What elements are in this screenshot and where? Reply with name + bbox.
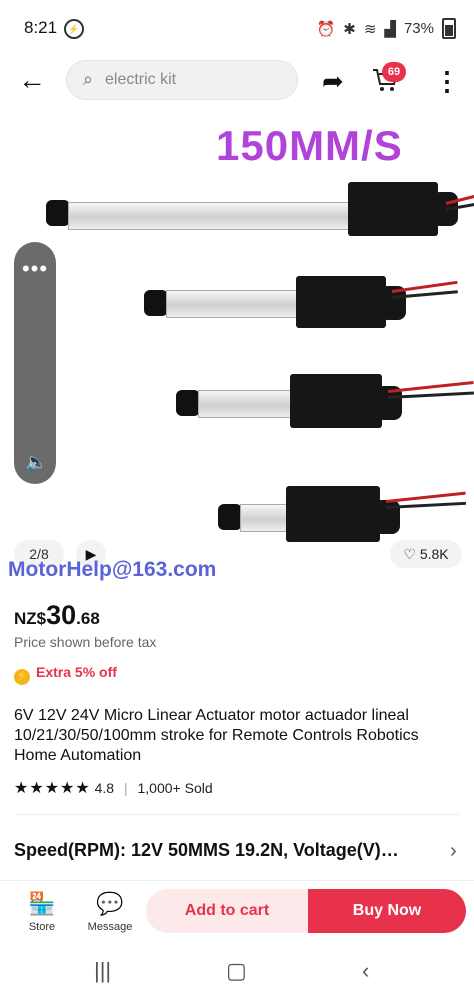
battery-percent: 73%: [403, 20, 434, 37]
search-icon: ⌕: [83, 69, 94, 89]
price-decimal: .68: [76, 609, 100, 628]
product-image-gallery[interactable]: 150MM/S: [0, 112, 474, 582]
battery-icon: [442, 18, 456, 39]
share-icon[interactable]: ➦: [322, 66, 344, 97]
search-placeholder: electric kit: [105, 71, 177, 88]
floating-side-panel[interactable]: ••• 🔈: [14, 242, 56, 484]
back-icon[interactable]: ‹: [362, 958, 369, 984]
buy-now-button[interactable]: Buy Now: [308, 889, 466, 933]
image-watermark: MotorHelp@163.com: [8, 558, 217, 581]
chevron-right-icon[interactable]: ›: [450, 840, 457, 863]
message-button[interactable]: 💬 Message: [80, 891, 140, 933]
add-to-cart-button[interactable]: Add to cart: [146, 889, 308, 933]
wishlist-button[interactable]: ♡ 5.8K: [390, 540, 462, 568]
status-bar: 8:21 ⚡ ⏰ ✱ ≋ ▟ 73%: [0, 0, 474, 56]
store-icon: 🏪: [28, 891, 56, 916]
divider: |: [123, 780, 128, 796]
rating-score: 4.8: [94, 780, 115, 796]
star-rating-icon: ★★★★★: [14, 780, 91, 797]
system-nav-bar: ||| ▢ ‹: [0, 944, 474, 1000]
extra-discount-badge[interactable]: ⚡ Extra 5% off: [14, 664, 117, 685]
bluetooth-icon: ✱: [343, 20, 356, 38]
status-icons: ⏰ ✱ ≋ ▟ 73%: [317, 18, 456, 39]
recent-apps-icon[interactable]: |||: [94, 958, 111, 984]
volume-icon[interactable]: 🔈: [25, 452, 47, 473]
extra-discount-label: Extra 5% off: [36, 664, 117, 680]
promo-speed-text: 150MM/S: [216, 122, 403, 169]
actuator-image-4: [218, 484, 474, 544]
heart-icon: ♡: [403, 546, 416, 562]
discount-icon: ⚡: [14, 669, 30, 685]
more-options-icon[interactable]: ⋮: [434, 66, 460, 97]
chat-icon: 💬: [96, 891, 124, 916]
bottom-action-bar: 🏪 Store 💬 Message Add to cart Buy Now: [0, 880, 474, 945]
sold-count: 1,000+ Sold: [137, 780, 213, 796]
home-icon[interactable]: ▢: [226, 958, 247, 984]
cart-count-badge: 69: [382, 62, 406, 82]
actuator-image-1: [46, 178, 474, 238]
rating-row[interactable]: ★★★★★ 4.8 | 1,000+ Sold: [14, 778, 213, 798]
product-price: NZ$30.68: [14, 600, 100, 631]
product-title: 6V 12V 24V Micro Linear Actuator motor a…: [14, 707, 419, 764]
actuator-image-2: [144, 276, 458, 336]
status-time: 8:21: [24, 18, 58, 37]
more-dots-icon[interactable]: •••: [14, 256, 56, 282]
price-currency: NZ$: [14, 609, 47, 628]
search-input[interactable]: ⌕ electric kit: [66, 60, 298, 100]
price-tax-note: Price shown before tax: [14, 634, 157, 650]
section-divider: [14, 814, 460, 815]
wishlist-count: 5.8K: [419, 546, 449, 562]
spec-selector[interactable]: Speed(RPM): 12V 50MMS 19.2N, Voltage(V)…: [14, 840, 440, 861]
message-label: Message: [87, 921, 133, 933]
wifi-icon: ≋: [363, 20, 377, 38]
actuator-image-3: [176, 372, 474, 432]
signal-icon: ▟: [384, 20, 396, 38]
back-arrow-icon[interactable]: ←: [18, 66, 46, 94]
messenger-icon: ⚡: [64, 19, 84, 39]
store-label: Store: [28, 921, 56, 933]
store-button[interactable]: 🏪 Store: [12, 891, 72, 933]
price-integer: 30: [46, 600, 77, 630]
alarm-icon: ⏰: [316, 20, 336, 38]
